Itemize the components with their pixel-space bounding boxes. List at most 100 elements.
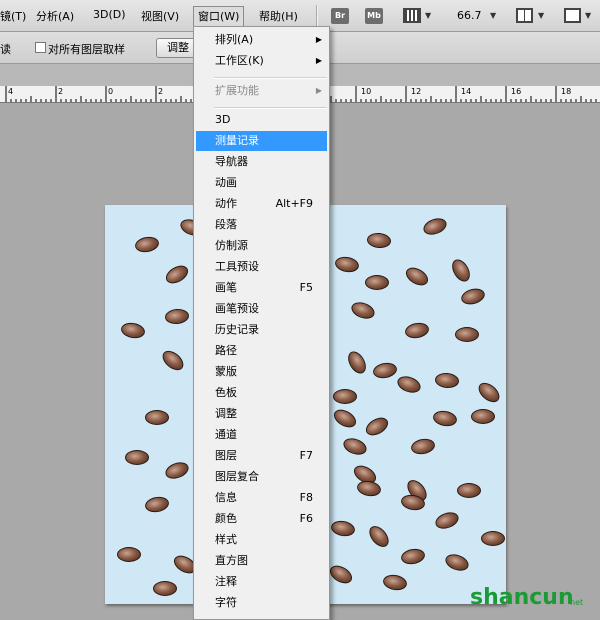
- menu-item-layers[interactable]: 图层 F7: [196, 446, 327, 466]
- menu-item-history[interactable]: 历史记录: [196, 320, 327, 340]
- menu-item-label: 测量记录: [215, 134, 259, 147]
- seed-shape: [365, 522, 393, 551]
- menu-analysis[interactable]: 分析(A): [36, 8, 74, 24]
- menu-item-label: 扩展功能: [215, 84, 259, 97]
- menu-item-label: 历史记录: [215, 323, 259, 336]
- menu-view[interactable]: 视图(V): [141, 8, 179, 24]
- screen-mode-icon[interactable]: [564, 8, 581, 23]
- menu-help[interactable]: 帮助(H): [259, 8, 298, 24]
- menu-item-label: 字符: [215, 596, 237, 609]
- seed-shape: [403, 321, 431, 340]
- menu-item-character[interactable]: 字符: [196, 593, 327, 613]
- seed-shape: [431, 409, 459, 428]
- menu-window[interactable]: 窗口(W): [193, 6, 245, 26]
- sample-all-layers-checkbox[interactable]: [35, 42, 46, 53]
- bridge-icon[interactable]: Br: [331, 8, 349, 24]
- seed-shape: [326, 562, 356, 587]
- seed-shape: [164, 307, 190, 326]
- menu-item-label: 注释: [215, 575, 237, 588]
- menu-item-channels[interactable]: 通道: [196, 425, 327, 445]
- seed-shape: [125, 450, 149, 465]
- menu-item-label: 样式: [215, 533, 237, 546]
- menu-item-label: 段落: [215, 218, 237, 231]
- seed-shape: [133, 235, 161, 254]
- seed-shape: [333, 389, 357, 404]
- menu-item-label: 路径: [215, 344, 237, 357]
- menu-item-label: 图层: [215, 449, 237, 462]
- seed-shape: [455, 327, 479, 342]
- menu-item-animation[interactable]: 动画: [196, 173, 327, 193]
- menu-item-label: 蒙版: [215, 365, 237, 378]
- menu-item-shortcut: Alt+F9: [275, 197, 313, 210]
- sample-all-layers-label[interactable]: 对所有图层取样: [48, 41, 125, 57]
- seed-shape: [474, 379, 504, 406]
- menu-item-swatches[interactable]: 色板: [196, 383, 327, 403]
- menu-item-label: 色板: [215, 386, 237, 399]
- seed-shape: [399, 547, 427, 566]
- menu-item-navigator[interactable]: 导航器: [196, 152, 327, 172]
- seed-shape: [381, 573, 409, 592]
- menu-item-brush-presets[interactable]: 画笔预设: [196, 299, 327, 319]
- chevron-down-icon[interactable]: ▼: [585, 11, 591, 20]
- menu-item-measurement-log[interactable]: 测量记录: [196, 131, 327, 151]
- menu-item-histogram[interactable]: 直方图: [196, 551, 327, 571]
- seed-shape: [143, 495, 171, 514]
- chevron-right-icon: ▶: [315, 56, 322, 65]
- seed-shape: [362, 414, 392, 439]
- menu-item-paragraph[interactable]: 段落: [196, 215, 327, 235]
- menu-item-label: 信息: [215, 491, 237, 504]
- menu-item-layer-comps[interactable]: 图层复合: [196, 467, 327, 487]
- menu-item-actions[interactable]: 动作 Alt+F9: [196, 194, 327, 214]
- menu-item-info[interactable]: 信息 F8: [196, 488, 327, 508]
- mini-bridge-icon[interactable]: Mb: [365, 8, 383, 24]
- menu-filter[interactable]: 镜(T): [0, 8, 26, 24]
- menu-item-workspace[interactable]: 工作区(K) ▶: [196, 51, 327, 71]
- menu-item-brush[interactable]: 画笔 F5: [196, 278, 327, 298]
- menu-item-adjustments[interactable]: 调整: [196, 404, 327, 424]
- menu-3d[interactable]: 3D(D): [93, 8, 126, 21]
- menu-item-tool-presets[interactable]: 工具预设: [196, 257, 327, 277]
- ruler-label: 12: [411, 87, 422, 96]
- chevron-down-icon[interactable]: ▼: [425, 11, 431, 20]
- seed-shape: [365, 275, 389, 290]
- seed-shape: [117, 547, 141, 562]
- menu-item-paths[interactable]: 路径: [196, 341, 327, 361]
- chevron-right-icon: ▶: [315, 86, 322, 95]
- seed-shape: [355, 479, 383, 498]
- view-extras-icon[interactable]: [403, 8, 421, 23]
- menu-item-clone-source[interactable]: 仿制源: [196, 236, 327, 256]
- seed-shape: [457, 483, 481, 498]
- zoom-level[interactable]: 66.7: [457, 9, 482, 22]
- seed-shape: [162, 262, 192, 287]
- seed-shape: [163, 459, 191, 482]
- options-label: 读: [0, 43, 11, 56]
- seed-shape: [341, 435, 369, 458]
- arrange-documents-icon[interactable]: [516, 8, 533, 23]
- seed-shape: [153, 581, 177, 596]
- menu-item-extensions: 扩展功能 ▶: [196, 81, 327, 101]
- menu-item-label: 直方图: [215, 554, 248, 567]
- menu-item-label: 3D: [215, 113, 231, 126]
- ruler-label: 16: [511, 87, 522, 96]
- menu-item-label: 动作: [215, 197, 237, 210]
- menu-item-notes[interactable]: 注释: [196, 572, 327, 592]
- menu-item-label: 画笔: [215, 281, 237, 294]
- menu-item-label: 通道: [215, 428, 237, 441]
- menu-separator: [214, 77, 327, 79]
- menu-item-label: 图层复合: [215, 470, 259, 483]
- seed-shape: [158, 347, 188, 374]
- menu-item-styles[interactable]: 样式: [196, 530, 327, 550]
- menu-item-color[interactable]: 颜色 F6: [196, 509, 327, 529]
- seed-shape: [434, 371, 460, 390]
- seed-shape: [402, 264, 432, 289]
- menu-item-masks[interactable]: 蒙版: [196, 362, 327, 382]
- seed-shape: [409, 437, 437, 456]
- chevron-down-icon[interactable]: ▼: [490, 11, 496, 20]
- menu-item-label: 排列(A): [215, 33, 254, 46]
- menu-item-3d[interactable]: 3D: [196, 110, 327, 130]
- chevron-right-icon: ▶: [315, 35, 322, 44]
- menu-item-arrange[interactable]: 排列(A) ▶: [196, 30, 327, 50]
- chevron-down-icon[interactable]: ▼: [538, 11, 544, 20]
- ruler-label: 0: [108, 87, 114, 96]
- ruler-label: 14: [461, 87, 472, 96]
